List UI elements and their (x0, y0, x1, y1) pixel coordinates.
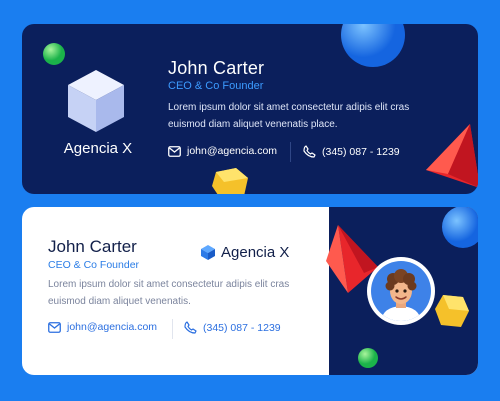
contact-divider (290, 142, 291, 162)
phone-contact[interactable]: (345) 087 - 1239 (303, 145, 400, 158)
phone-icon (184, 321, 197, 334)
person-name: John Carter (168, 58, 265, 78)
cube-logo-icon (201, 245, 215, 260)
yellow-hexagon-decoration (212, 168, 248, 194)
phone-contact[interactable]: (345) 087 - 1239 (184, 321, 281, 334)
person-name: John Carter (48, 237, 137, 256)
email-contact[interactable]: john@agencia.com (48, 321, 157, 333)
avatar-image (371, 261, 431, 321)
brand-name: Agencia X (63, 140, 133, 157)
contact-divider (172, 319, 173, 339)
red-pyramid-decoration (426, 124, 478, 188)
mail-icon (48, 321, 61, 333)
signature-card-dark: Agencia X John Carter CEO & Co Founder L… (22, 24, 478, 194)
brand-logo: Agencia X (200, 244, 289, 261)
mail-icon (168, 145, 181, 157)
phone-number[interactable]: (345) 087 - 1239 (322, 146, 400, 158)
brand-name: Agencia X (221, 244, 290, 261)
blue-sphere-decoration (341, 24, 405, 67)
person-role: CEO & Co Founder (48, 259, 140, 271)
description-text: Lorem ipsum dolor sit amet consectetur a… (48, 279, 290, 307)
signature-card-light: John Carter CEO & Co Founder Agencia X L… (22, 207, 478, 375)
green-sphere-decoration (43, 43, 65, 65)
yellow-hexagon-decoration (435, 295, 469, 327)
phone-icon (303, 145, 316, 158)
email-link[interactable]: john@agencia.com (187, 145, 277, 157)
phone-number[interactable]: (345) 087 - 1239 (203, 322, 281, 334)
green-sphere-decoration (358, 348, 378, 368)
description-text: Lorem ipsum dolor sit amet consectetur a… (168, 102, 410, 130)
email-contact[interactable]: john@agencia.com (168, 145, 277, 157)
cube-logo-icon (68, 70, 124, 132)
avatar (367, 257, 435, 325)
person-role: CEO & Co Founder (168, 80, 264, 92)
email-link[interactable]: john@agencia.com (67, 321, 157, 333)
blue-sphere-decoration (442, 207, 478, 248)
